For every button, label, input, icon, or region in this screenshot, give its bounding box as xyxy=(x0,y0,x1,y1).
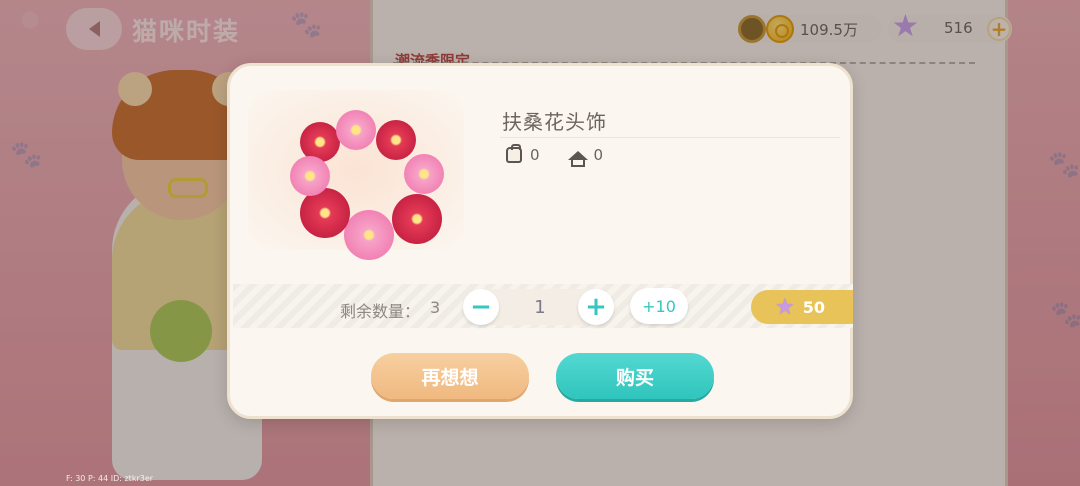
owned-in-bag: 0 xyxy=(530,146,540,164)
item-name: 扶桑花头饰 xyxy=(502,110,607,134)
price-tag: ★ 50 xyxy=(751,290,853,324)
cancel-button[interactable]: 再想想 xyxy=(371,353,529,399)
quantity-value: 1 xyxy=(534,297,546,318)
add-ten-button[interactable]: +10 xyxy=(630,288,688,324)
purple-star-icon: ★ xyxy=(775,294,795,320)
hibiscus-wreath-icon xyxy=(290,110,452,260)
remaining-label: 剩余数量： xyxy=(340,302,421,321)
remaining-count: 3 xyxy=(430,298,441,317)
owned-at-home: 0 xyxy=(593,146,604,164)
decrease-quantity-button[interactable]: − xyxy=(463,289,499,325)
buy-button[interactable]: 购买 xyxy=(556,353,714,399)
backpack-icon xyxy=(506,144,522,163)
purchase-dialog: 扶桑花头饰 0 0 剩余数量： 3 − 1 + +10 ★ 50 再想想 购买 xyxy=(227,63,853,419)
plus-icon: + xyxy=(585,292,607,322)
divider xyxy=(500,137,840,138)
house-icon xyxy=(567,150,588,167)
increase-quantity-button[interactable]: + xyxy=(578,289,614,325)
price-value: 50 xyxy=(802,297,825,317)
debug-info: F: 30 P: 44 ID: ztkr3er xyxy=(66,474,154,483)
minus-icon: − xyxy=(470,292,492,322)
item-preview xyxy=(248,90,464,260)
owned-counts: 0 0 xyxy=(506,144,604,167)
